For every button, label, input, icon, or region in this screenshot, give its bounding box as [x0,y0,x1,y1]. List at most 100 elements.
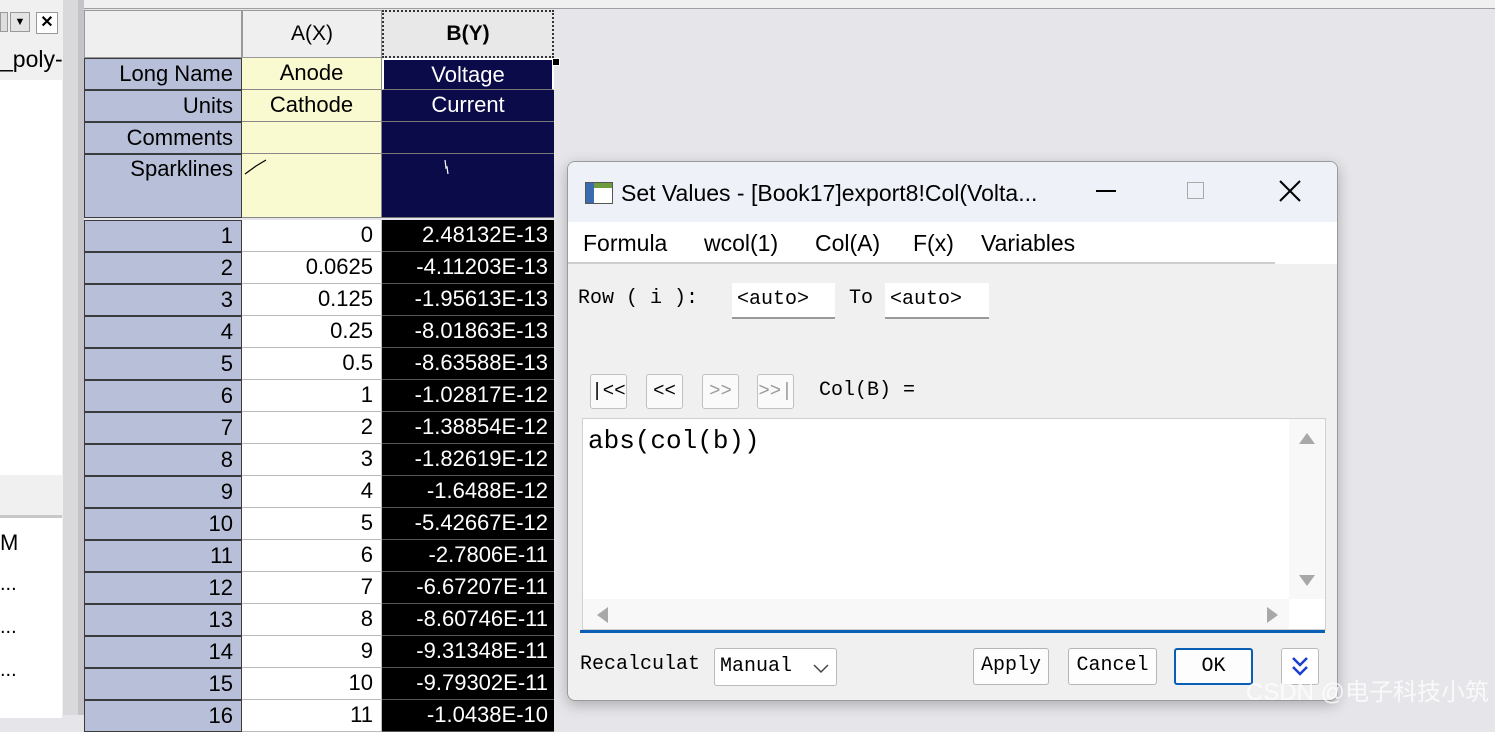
row-number-header[interactable]: 1 [84,220,242,252]
column-b-units[interactable]: Current [382,90,554,122]
row-number-header[interactable]: 11 [84,540,242,572]
cell-a[interactable]: 0 [242,220,382,252]
list-header[interactable]: M [0,530,18,556]
horizontal-scrollbar[interactable] [583,599,1289,629]
row-number-header[interactable]: 5 [84,348,242,380]
row-from-input[interactable]: <auto> [732,283,835,319]
column-b-comments[interactable] [382,122,554,154]
label-row-long-name[interactable]: Long Name [84,58,242,90]
label-row-units[interactable]: Units [84,90,242,122]
minimize-icon[interactable] [1096,190,1116,192]
last-column-button[interactable]: >>| [757,374,794,409]
column-resize-handle[interactable] [552,58,560,66]
row-number-header[interactable]: 2 [84,252,242,284]
recalculate-dropdown[interactable]: Manual [714,648,837,686]
cell-b[interactable]: -1.0438E-10 [382,700,554,732]
close-icon[interactable] [1279,180,1301,202]
cell-b[interactable]: -5.42667E-12 [382,508,554,540]
project-tree[interactable] [0,80,62,475]
list-item[interactable]: ... [0,659,17,682]
cell-a[interactable]: 3 [242,444,382,476]
cell-b[interactable]: -8.60746E-11 [382,604,554,636]
list-item[interactable]: ... [0,573,17,596]
cell-a[interactable]: 2 [242,412,382,444]
cell-b[interactable]: -1.02817E-12 [382,380,554,412]
dialog-titlebar[interactable]: Set Values - [Book17]export8!Col(Volta..… [568,162,1337,222]
row-number-header[interactable]: 14 [84,636,242,668]
column-b-long-name[interactable]: Voltage [382,58,554,90]
next-column-button[interactable]: >> [702,374,739,409]
cell-b[interactable]: -4.11203E-13 [382,252,554,284]
cell-a[interactable]: 10 [242,668,382,700]
label-row-comments[interactable]: Comments [84,122,242,154]
label-row-sparklines[interactable]: Sparklines [84,154,242,218]
cell-a[interactable]: 6 [242,540,382,572]
column-b-sparkline[interactable] [382,154,554,218]
menu-variables[interactable]: Variables [981,228,1075,258]
row-number-header[interactable]: 4 [84,316,242,348]
column-a-sparkline[interactable] [242,154,382,218]
row-number-header[interactable]: 12 [84,572,242,604]
panel-splitter[interactable] [63,0,78,715]
row-to-input[interactable]: <auto> [885,283,989,319]
cell-a[interactable]: 9 [242,636,382,668]
cell-a[interactable]: 0.5 [242,348,382,380]
row-number-header[interactable]: 15 [84,668,242,700]
column-a-long-name[interactable]: Anode [242,58,382,90]
cell-b[interactable]: -2.7806E-11 [382,540,554,572]
row-number-header[interactable]: 6 [84,380,242,412]
maximize-icon[interactable] [1187,182,1204,199]
scroll-down-icon[interactable] [1299,575,1315,586]
row-number-header[interactable]: 10 [84,508,242,540]
grid-corner[interactable] [84,10,242,58]
previous-column-button[interactable]: << [646,374,683,409]
cell-a[interactable]: 4 [242,476,382,508]
column-a-comments[interactable] [242,122,382,154]
list-item[interactable]: ... [0,616,17,639]
row-number-header[interactable]: 8 [84,444,242,476]
cell-b[interactable]: -1.95613E-13 [382,284,554,316]
row-number-header[interactable]: 3 [84,284,242,316]
formula-text[interactable]: abs(col(b)) [588,425,760,457]
cell-a[interactable]: 8 [242,604,382,636]
cancel-button[interactable]: Cancel [1068,648,1157,685]
row-number-header[interactable]: 7 [84,412,242,444]
cell-a[interactable]: 7 [242,572,382,604]
row-number-header[interactable]: 16 [84,700,242,732]
panel-dropdown-icon[interactable]: ▼ [10,12,30,32]
menu-wcol[interactable]: wcol(1) [704,228,778,258]
cell-b[interactable]: -1.38854E-12 [382,412,554,444]
worksheet-grid[interactable]: A(X) B(Y) Long Name Anode Voltage Units … [84,10,560,732]
ok-button[interactable]: OK [1174,648,1253,685]
column-a-units[interactable]: Cathode [242,90,382,122]
row-number-header[interactable]: 13 [84,604,242,636]
vertical-scrollbar[interactable] [1289,419,1325,599]
cell-b[interactable]: -1.82619E-12 [382,444,554,476]
menu-col-a[interactable]: Col(A) [815,228,880,258]
cell-a[interactable]: 5 [242,508,382,540]
cell-a[interactable]: 11 [242,700,382,732]
cell-b[interactable]: -6.67207E-11 [382,572,554,604]
cell-a[interactable]: 1 [242,380,382,412]
cell-b[interactable]: -9.79302E-11 [382,668,554,700]
scroll-up-icon[interactable] [1299,433,1315,444]
panel-close-icon[interactable]: ✕ [36,12,58,34]
cell-b[interactable]: 2.48132E-13 [382,220,554,252]
formula-editor[interactable]: abs(col(b)) [582,418,1326,630]
cell-a[interactable]: 0.125 [242,284,382,316]
scroll-left-icon[interactable] [597,607,608,623]
cell-b[interactable]: -8.63588E-13 [382,348,554,380]
object-list[interactable]: M ... ... ... [0,515,62,718]
cell-a[interactable]: 0.25 [242,316,382,348]
panel-pin-icon[interactable] [0,12,8,32]
apply-button[interactable]: Apply [973,648,1049,685]
scroll-right-icon[interactable] [1267,607,1278,623]
column-header-a[interactable]: A(X) [242,10,382,58]
cell-b[interactable]: -9.31348E-11 [382,636,554,668]
menu-formula[interactable]: Formula [583,228,667,258]
menu-fx[interactable]: F(x) [913,228,954,258]
row-number-header[interactable]: 9 [84,476,242,508]
tree-item-label[interactable]: _poly- [0,46,63,73]
first-column-button[interactable]: |<< [590,374,627,409]
cell-b[interactable]: -8.01863E-13 [382,316,554,348]
